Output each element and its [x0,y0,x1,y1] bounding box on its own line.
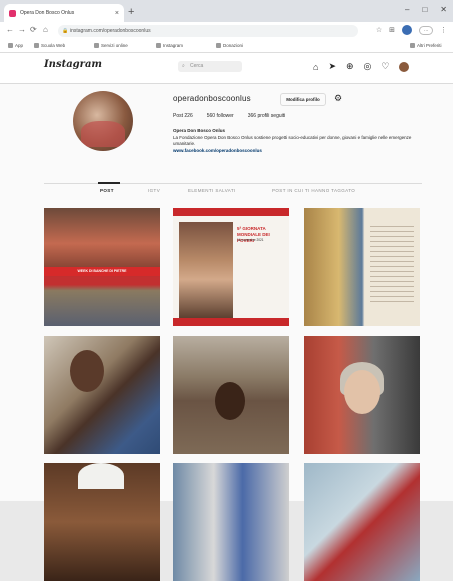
tile-photo [215,382,245,420]
bookmark-icon [156,43,161,48]
active-tab-indicator [98,182,120,184]
tile-photo [179,222,233,318]
search-input[interactable]: ⌕ Cerca [178,61,242,72]
bookmarks-bar: App Scuola Web Servizi online Instagram … [0,40,453,53]
post-tile[interactable]: WEEK DI BANCHE DI PIETRE [44,208,160,326]
tile-photo [78,463,124,489]
tile-text-block [370,226,414,306]
edit-profile-button[interactable]: Modifica profilo [280,93,326,106]
post-tile-caption: WEEK DI BANCHE DI PIETRE [44,267,160,276]
back-icon[interactable]: ← [6,25,14,34]
address-url: instagram.com/operadonboscoonlus [70,28,151,34]
post-tile[interactable] [304,463,420,581]
star-icon[interactable]: ☆ [376,26,382,34]
account-avatar[interactable] [399,61,410,72]
tile-photo [344,370,380,414]
instagram-logo[interactable]: Instagram [44,59,102,70]
maximize-icon[interactable]: □ [422,5,427,14]
apps-icon [8,43,13,48]
address-bar[interactable]: 🔒 instagram.com/operadonboscoonlus [58,25,358,37]
post-tile[interactable] [173,336,289,454]
explore-icon[interactable]: ◎ [364,61,372,72]
heart-icon[interactable]: ♡ [381,61,389,72]
bookmark-item[interactable]: Donazioni [216,43,243,48]
bookmark-item[interactable]: Scuola Web [34,43,65,48]
post-tile[interactable] [304,208,420,326]
tile-footer-bar [173,318,289,326]
close-window-icon[interactable]: ✕ [440,5,447,14]
instagram-header: Instagram ⌕ Cerca ⌂ ➤ ⊕ ◎ ♡ [0,53,453,84]
direct-icon[interactable]: ➤ [328,61,336,72]
profile-stats: Post 226 560 follower 366 profili seguit… [173,113,285,119]
post-tile[interactable]: 5ª GIORNATA MONDIALE DEI POVERI 14 novem… [173,208,289,326]
new-tab-icon[interactable]: + [128,5,134,19]
post-tile-subtitle: 14 novembre 2021 [237,238,264,242]
tab-tagged[interactable]: POST IN CUI TI HANNO TAGGATO [272,188,355,193]
posts-count: Post 226 [173,113,193,119]
browser-window: Opera Don Bosco Onlus × + – □ ✕ ← → ⟳ ⌂ … [0,0,453,581]
settings-gear-icon[interactable]: ⚙ [334,93,342,104]
bookmark-item[interactable]: App [8,43,23,48]
profile-username: operadonboscoonlus [173,94,251,103]
tile-header-bar [173,208,289,216]
post-tile[interactable] [44,336,160,454]
profile-bio: Opera Don Bosco Onlus La Fondazione Oper… [173,128,423,154]
reload-icon[interactable]: ⟳ [30,25,37,34]
home-icon[interactable]: ⌂ [43,25,48,34]
sync-pill[interactable]: ⋯ [419,25,433,35]
tab-saved[interactable]: ELEMENTI SALVATI [188,188,236,193]
toolbar-actions: ☆ ⊞ ⋯ ⋮ [376,25,447,35]
new-post-icon[interactable]: ⊕ [346,61,354,72]
lock-icon: 🔒 [62,28,69,34]
bookmark-item[interactable]: Altri Preferiti [410,43,442,48]
bookmark-icon [94,43,99,48]
profile-tabs: POST IGTV ELEMENTI SALVATI POST IN CUI T… [44,185,422,197]
followers-count[interactable]: 560 follower [207,113,234,119]
folder-icon [410,43,415,48]
extensions-icon[interactable]: ⊞ [389,26,395,34]
post-tile[interactable] [44,463,160,581]
bookmark-item[interactable]: Servizi online [94,43,128,48]
minimize-icon[interactable]: – [405,5,409,14]
forward-icon[interactable]: → [18,25,26,34]
search-icon: ⌕ [182,63,185,69]
bio-link[interactable]: www.facebook.com/operadonboscoonlus [173,148,423,155]
bookmark-icon [34,43,39,48]
home-icon[interactable]: ⌂ [313,62,318,72]
bio-text: La Fondazione Opera Don Bosco Onlus sost… [173,134,412,147]
tab-igtv[interactable]: IGTV [148,188,160,193]
menu-icon[interactable]: ⋮ [440,26,447,34]
close-tab-icon[interactable]: × [115,10,119,17]
search-placeholder: Cerca [190,63,204,69]
following-count[interactable]: 366 profili seguiti [248,113,286,119]
instagram-nav: ⌂ ➤ ⊕ ◎ ♡ [313,61,410,72]
bookmark-icon [216,43,221,48]
instagram-favicon-icon [9,9,16,17]
profile-picture[interactable] [73,91,133,151]
post-tile[interactable] [304,336,420,454]
browser-tab-title: Opera Don Bosco Onlus [20,10,75,16]
tile-photo [70,350,104,392]
tab-strip: Opera Don Bosco Onlus × + – □ ✕ [0,0,453,22]
profile-avatar-icon[interactable] [402,25,412,35]
post-tile[interactable] [173,463,289,581]
bookmark-item[interactable]: Instagram [156,43,183,48]
browser-tab[interactable]: Opera Don Bosco Onlus × [4,4,124,22]
window-controls: – □ ✕ [405,5,447,14]
tab-posts[interactable]: POST [100,188,114,193]
browser-toolbar: ← → ⟳ ⌂ 🔒 instagram.com/operadonboscoonl… [0,22,453,41]
